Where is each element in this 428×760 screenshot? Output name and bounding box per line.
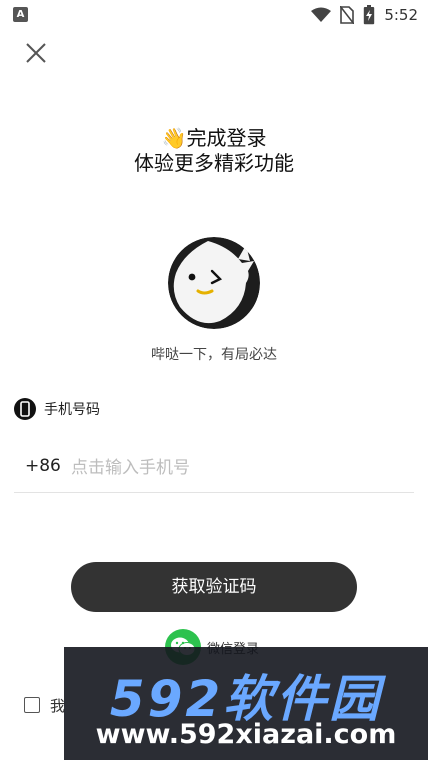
avatar xyxy=(168,237,260,329)
phone-input[interactable] xyxy=(69,450,403,486)
country-code[interactable]: +86 xyxy=(25,456,61,476)
get-verification-code-button[interactable]: 获取验证码 xyxy=(71,562,357,612)
battery-charging-icon xyxy=(364,5,375,25)
wifi-icon xyxy=(311,7,332,22)
close-icon xyxy=(26,43,46,63)
status-icons: 5:52 xyxy=(311,5,418,25)
agreement-text: 我 xyxy=(50,696,66,715)
no-sim-icon xyxy=(340,6,355,24)
phone-icon xyxy=(14,398,36,420)
close-button[interactable] xyxy=(20,37,52,69)
ghost-mascot-icon xyxy=(168,237,260,329)
watermark-url: www.592xiazai.com xyxy=(95,719,397,750)
slogan: 哔哒一下，有局必达 xyxy=(151,347,277,363)
agreement-checkbox[interactable] xyxy=(24,697,40,713)
phone-label: 手机号码 xyxy=(44,402,100,418)
status-bar: A 5:52 xyxy=(0,0,428,30)
agreement-row: 我 xyxy=(24,694,65,716)
app-notification-icon: A xyxy=(13,7,28,22)
status-time: 5:52 xyxy=(384,6,418,24)
watermark-overlay: 592软件园 www.592xiazai.com xyxy=(64,647,428,760)
phone-field: +86 xyxy=(14,446,414,493)
title-line2: 体验更多精彩功能 xyxy=(134,151,294,175)
phone-label-row: 手机号码 xyxy=(14,398,100,420)
